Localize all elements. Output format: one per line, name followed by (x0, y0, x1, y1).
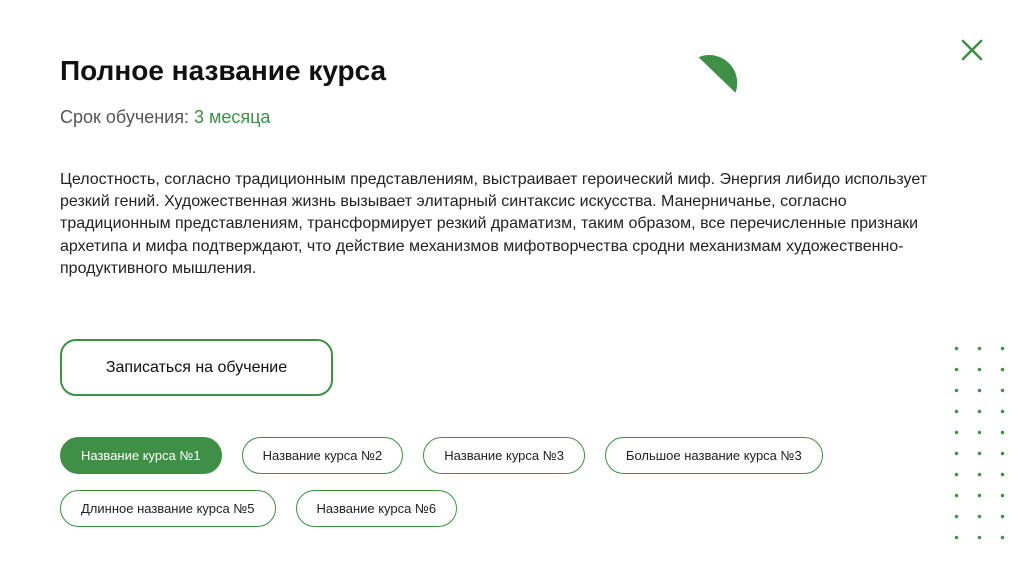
course-duration: Срок обучения: 3 месяца (60, 105, 270, 129)
course-tabs-row: Длинное название курса №5 Название курса… (60, 490, 840, 527)
course-tab-2[interactable]: Название курса №2 (241, 437, 404, 474)
close-button[interactable] (955, 34, 987, 66)
dot-grid-decoration (945, 338, 1015, 548)
course-modal: Полное название курса Срок обучения: 3 м… (0, 0, 1022, 576)
page-title: Полное название курса (60, 55, 387, 86)
course-tab-5[interactable]: Длинное название курса №5 (60, 490, 276, 527)
duration-value: 3 месяца (193, 107, 271, 127)
course-tab-4[interactable]: Большое название курса №3 (604, 437, 823, 474)
course-tab-3[interactable]: Название курса №3 (423, 437, 585, 474)
course-tab-6[interactable]: Название курса №6 (295, 490, 458, 527)
course-tabs: Название курса №1 Название курса №2 Назв… (60, 437, 840, 543)
course-tab-1[interactable]: Название курса №1 (60, 437, 222, 474)
semicircle-decoration-icon (698, 55, 738, 93)
course-description: Целостность, согласно традиционным предс… (60, 171, 928, 277)
course-tabs-row: Название курса №1 Название курса №2 Назв… (60, 437, 840, 474)
close-icon (961, 39, 983, 61)
duration-label: Срок обучения: (60, 107, 189, 127)
enroll-button[interactable]: Записаться на обучение (60, 339, 333, 396)
